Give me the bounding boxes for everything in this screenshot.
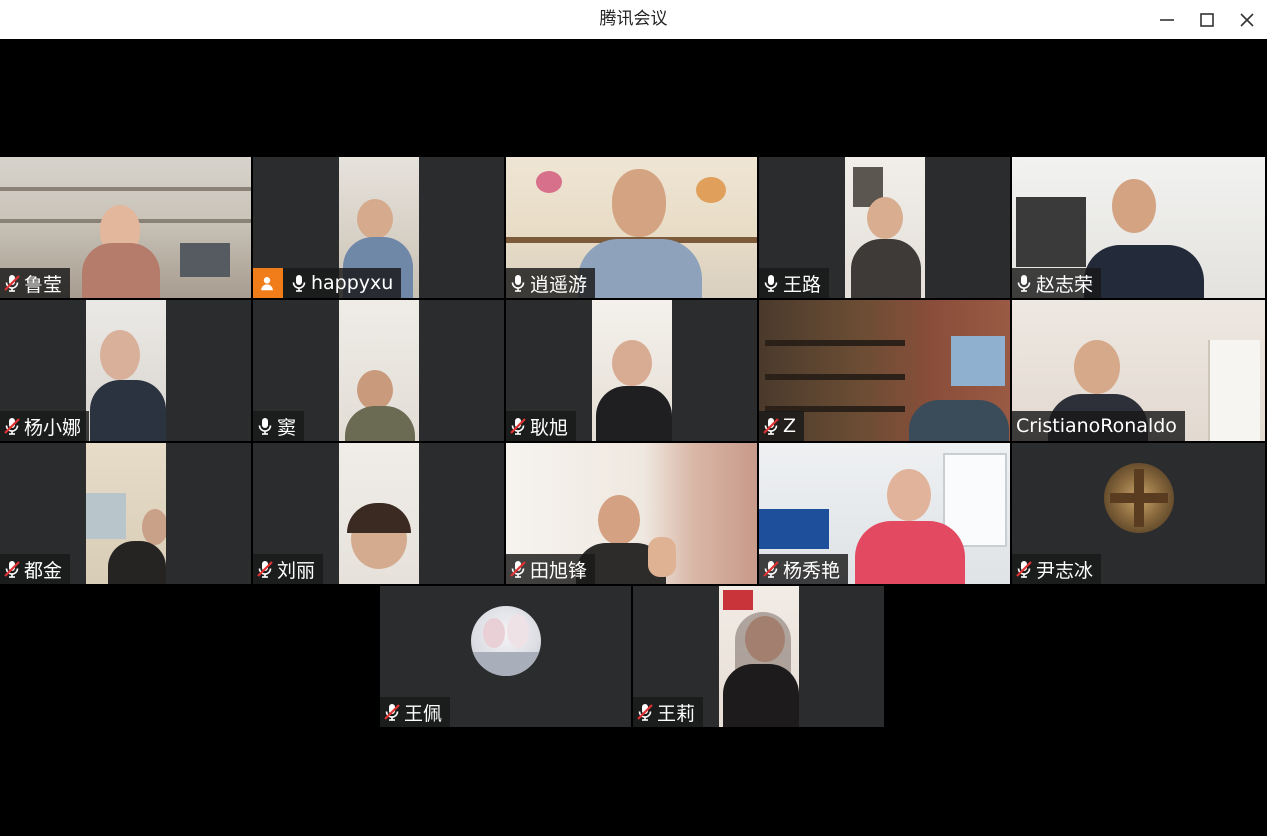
participant-name: 杨小娜 bbox=[24, 416, 82, 439]
participant-label: 王莉 bbox=[633, 697, 704, 727]
participant-label: CristianoRonaldo bbox=[1012, 411, 1185, 441]
participant-label: 逍遥游 bbox=[506, 268, 596, 298]
participant-tile[interactable]: 刘丽 bbox=[253, 443, 504, 584]
mic-muted-icon bbox=[635, 702, 655, 722]
mic-muted-icon bbox=[761, 416, 781, 436]
participant-name: 都金 bbox=[24, 559, 63, 582]
close-button[interactable] bbox=[1227, 0, 1267, 39]
mic-muted-icon bbox=[508, 559, 528, 579]
participant-label: 王佩 bbox=[380, 697, 451, 727]
participant-tile[interactable]: 窦 bbox=[253, 300, 504, 441]
mic-icon bbox=[1014, 273, 1034, 293]
video-feed bbox=[592, 300, 672, 441]
participant-name: 鲁莹 bbox=[24, 273, 63, 296]
mic-muted-icon bbox=[2, 416, 22, 436]
participant-label: 赵志荣 bbox=[1012, 268, 1102, 298]
maximize-icon bbox=[1200, 12, 1214, 27]
mic-muted-icon bbox=[2, 559, 22, 579]
maximize-button[interactable] bbox=[1187, 0, 1227, 39]
participant-tile[interactable]: 王莉 bbox=[633, 586, 884, 727]
mic-muted-icon bbox=[1014, 559, 1034, 579]
participant-name: 王佩 bbox=[404, 702, 443, 725]
video-feed bbox=[86, 300, 166, 441]
video-feed bbox=[86, 443, 166, 584]
participant-tile[interactable]: 都金 bbox=[0, 443, 251, 584]
participant-label: 都金 bbox=[0, 554, 71, 584]
participant-label: 耿旭 bbox=[506, 411, 577, 441]
participant-label: 刘丽 bbox=[253, 554, 324, 584]
participant-name: 王路 bbox=[783, 273, 822, 296]
participant-tile[interactable]: Z bbox=[759, 300, 1010, 441]
participant-tile-active[interactable]: 逍遥游 bbox=[506, 157, 757, 298]
participant-name: 刘丽 bbox=[277, 559, 316, 582]
participant-name: 田旭锋 bbox=[530, 559, 588, 582]
participant-label: Z bbox=[759, 411, 805, 441]
mic-muted-icon bbox=[761, 559, 781, 579]
participant-tile[interactable]: 尹志冰 bbox=[1012, 443, 1265, 584]
window-title: 腾讯会议 bbox=[599, 9, 668, 29]
participant-label: 鲁莹 bbox=[0, 268, 71, 298]
participant-name: 尹志冰 bbox=[1036, 559, 1094, 582]
person-icon bbox=[258, 274, 276, 292]
video-feed bbox=[845, 157, 925, 298]
mic-muted-icon bbox=[2, 273, 22, 293]
participant-label: 杨小娜 bbox=[0, 411, 90, 441]
minimize-icon bbox=[1160, 18, 1174, 21]
mic-muted-icon bbox=[508, 416, 528, 436]
participant-tile[interactable]: 耿旭 bbox=[506, 300, 757, 441]
participant-label: 窦 bbox=[253, 411, 305, 441]
participant-tile[interactable]: 赵志荣 bbox=[1012, 157, 1265, 298]
participant-name: 王莉 bbox=[657, 702, 696, 725]
mic-icon bbox=[761, 273, 781, 293]
video-feed bbox=[339, 443, 419, 584]
participant-name: 耿旭 bbox=[530, 416, 569, 439]
participant-tile[interactable]: 鲁莹 bbox=[0, 157, 251, 298]
participant-name: 窦 bbox=[277, 416, 297, 439]
participant-label: 田旭锋 bbox=[506, 554, 596, 584]
participant-label: happyxu bbox=[253, 268, 402, 298]
participant-tile[interactable]: 杨小娜 bbox=[0, 300, 251, 441]
participant-label: 尹志冰 bbox=[1012, 554, 1102, 584]
participant-label: 杨秀艳 bbox=[759, 554, 849, 584]
participant-tile[interactable]: 田旭锋 bbox=[506, 443, 757, 584]
video-grid: 鲁莹 happyxu 逍遥游 王路 赵志荣 杨小娜 窦 耿旭 Z Cristia… bbox=[0, 39, 1267, 836]
avatar bbox=[1104, 463, 1174, 533]
participant-tile[interactable]: 杨秀艳 bbox=[759, 443, 1010, 584]
video-feed bbox=[339, 300, 419, 441]
participant-label: 王路 bbox=[759, 268, 830, 298]
mic-icon bbox=[289, 273, 309, 293]
participant-name: happyxu bbox=[311, 272, 394, 294]
close-icon bbox=[1240, 12, 1254, 27]
participant-name: 赵志荣 bbox=[1036, 273, 1094, 296]
title-bar: 腾讯会议 bbox=[0, 0, 1267, 39]
participant-tile[interactable]: 王佩 bbox=[380, 586, 631, 727]
participant-tile[interactable]: happyxu bbox=[253, 157, 504, 298]
mic-icon bbox=[255, 416, 275, 436]
participant-name: CristianoRonaldo bbox=[1016, 415, 1177, 437]
participant-name: Z bbox=[783, 415, 797, 437]
participant-tile[interactable]: 王路 bbox=[759, 157, 1010, 298]
participant-name: 逍遥游 bbox=[530, 273, 588, 296]
participant-tile[interactable]: CristianoRonaldo bbox=[1012, 300, 1265, 441]
avatar bbox=[471, 606, 541, 676]
mic-icon bbox=[508, 273, 528, 293]
minimize-button[interactable] bbox=[1147, 0, 1187, 39]
host-badge bbox=[253, 268, 283, 298]
video-feed bbox=[719, 586, 799, 727]
participant-name: 杨秀艳 bbox=[783, 559, 841, 582]
mic-muted-icon bbox=[382, 702, 402, 722]
mic-muted-icon bbox=[255, 559, 275, 579]
